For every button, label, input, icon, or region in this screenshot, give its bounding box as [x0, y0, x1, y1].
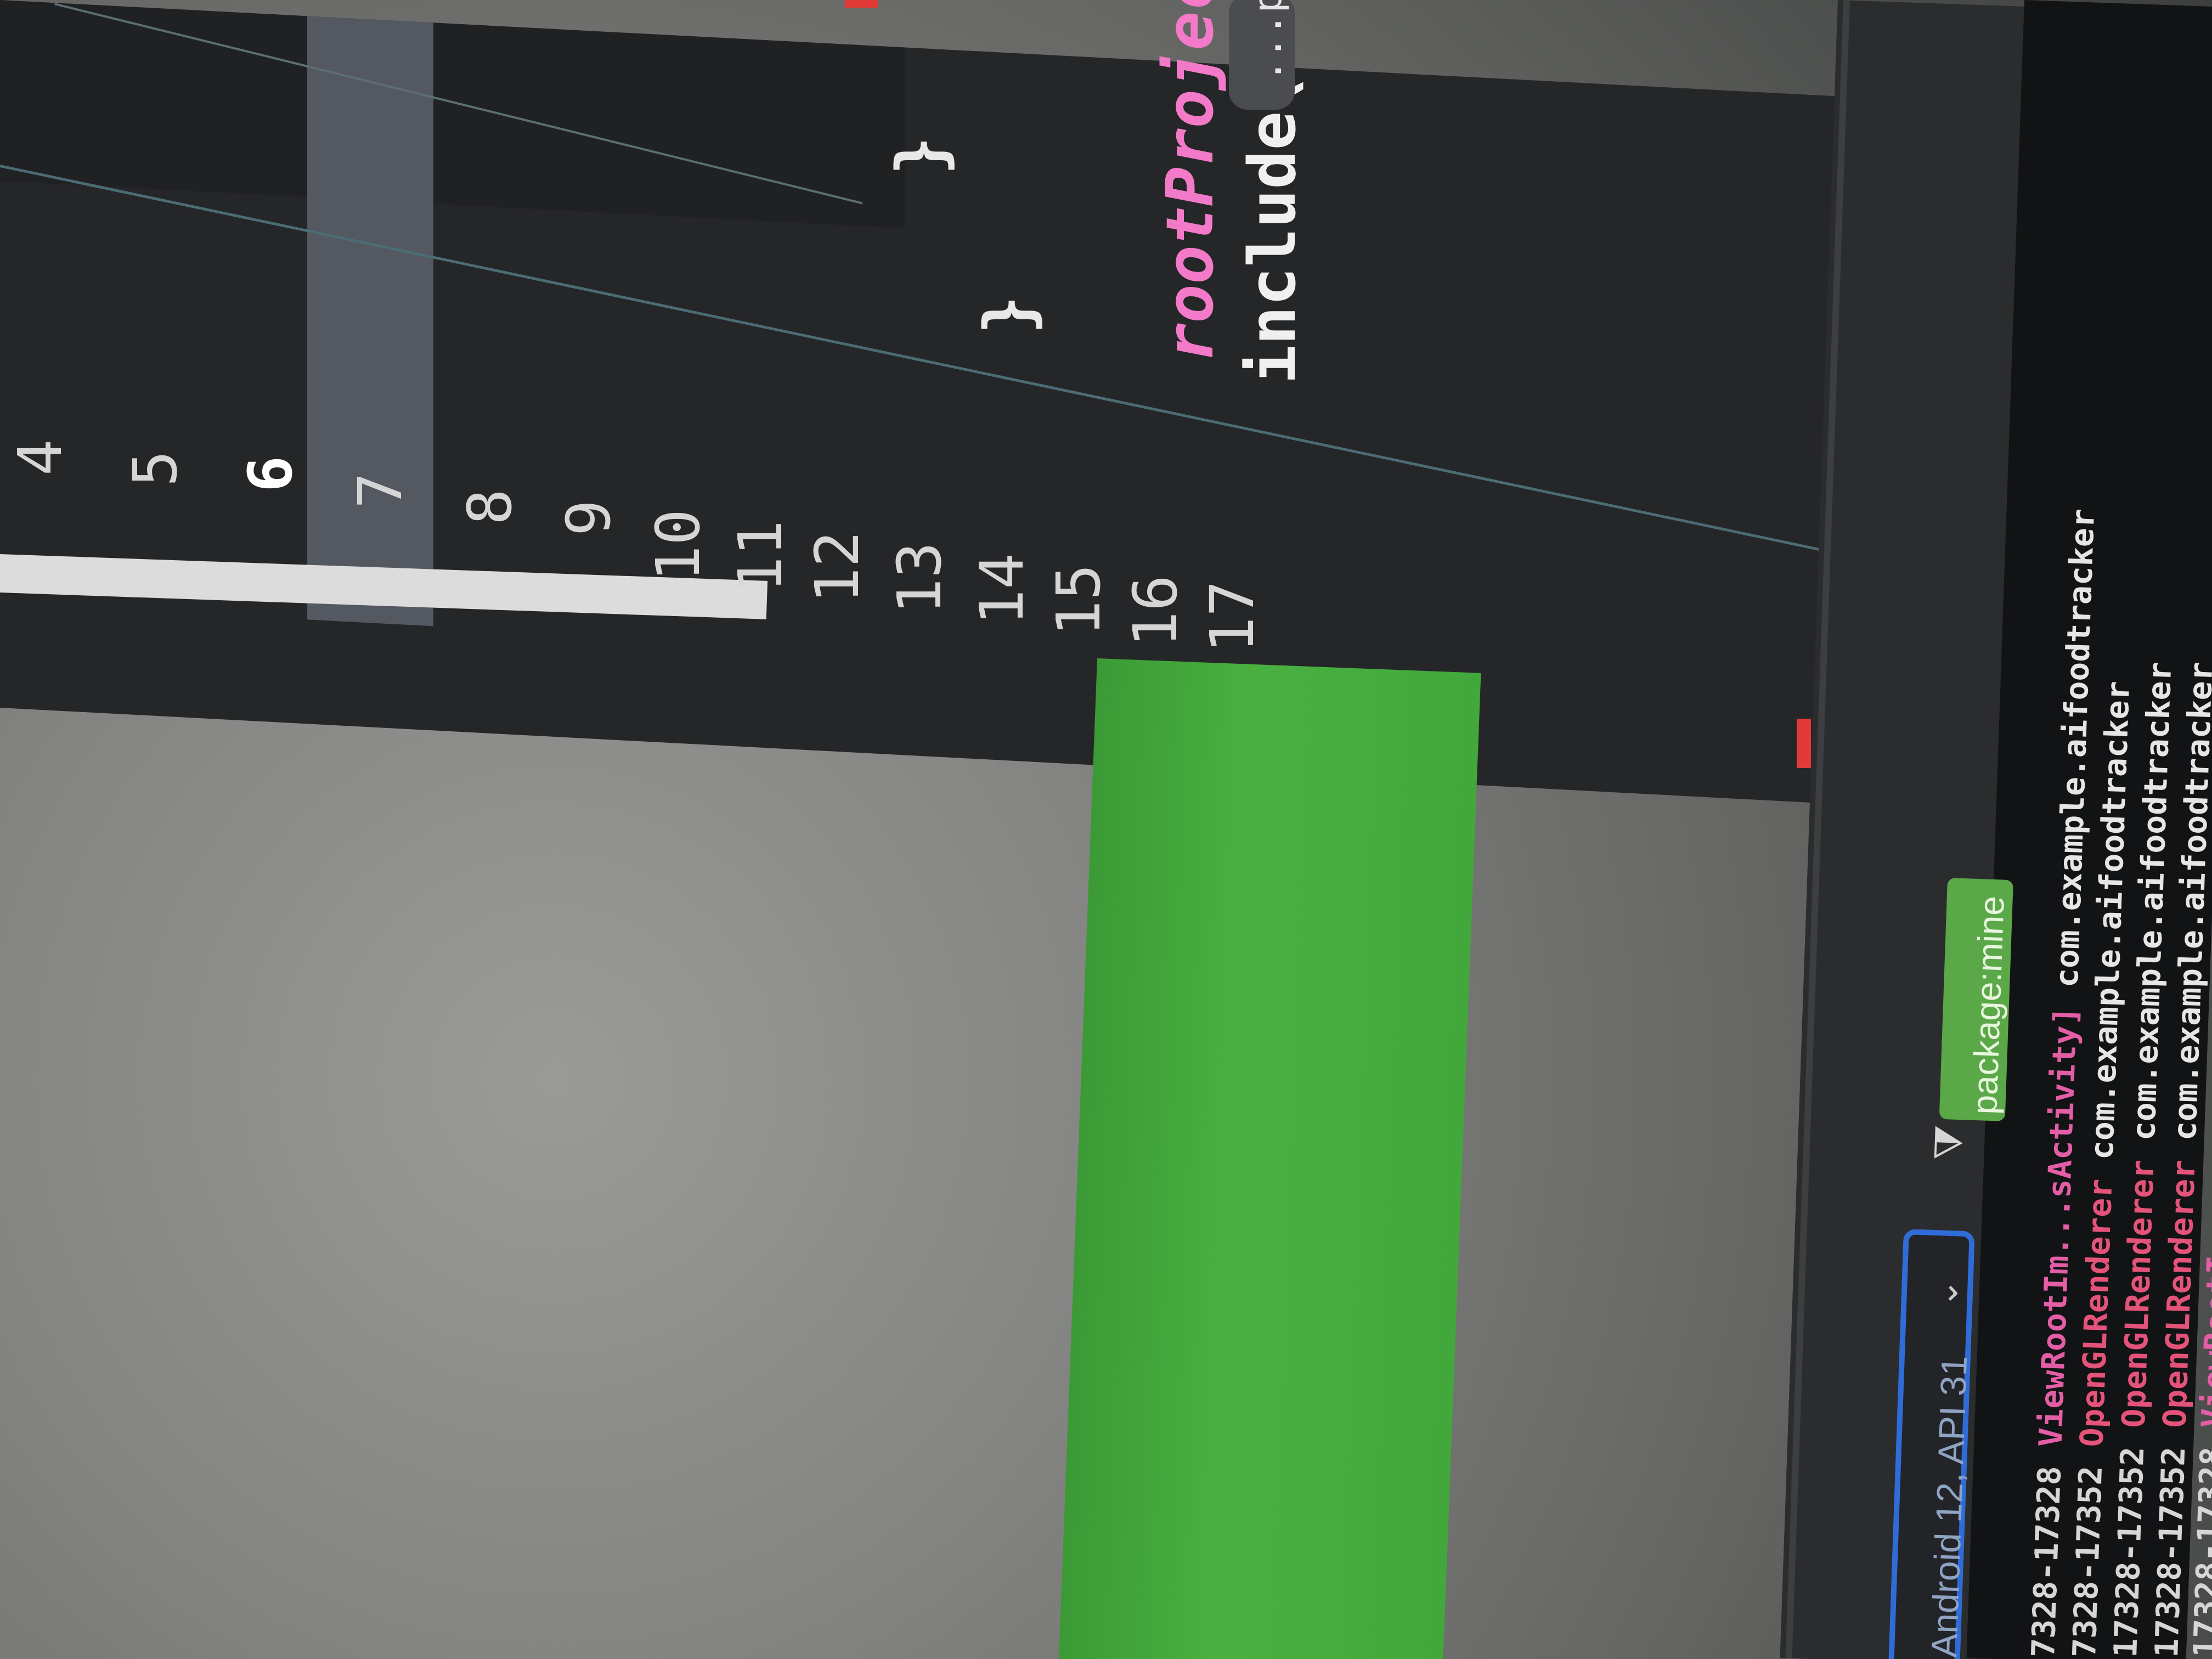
- line-number: 14: [967, 552, 1037, 626]
- filter-icon[interactable]: ⧩: [1925, 1124, 1973, 1161]
- code-root-project: rootProject.: [1152, 0, 1228, 362]
- line-number: 11: [725, 520, 796, 593]
- current-line-highlight: [307, 16, 433, 627]
- line-number: 15: [1043, 563, 1114, 637]
- line-number: 13: [884, 541, 955, 615]
- line-number: 5: [120, 450, 191, 487]
- line-number: 10: [643, 509, 714, 582]
- chevron-down-icon[interactable]: ⌄: [1925, 1278, 1967, 1308]
- photo-scene: 4 5 6 7 8 9 10 11 12 13 14 15 16 17 } } …: [0, 0, 2212, 1659]
- error-stripe-marker[interactable]: [1797, 719, 1811, 768]
- editor-separator: [0, 165, 1832, 554]
- code-closing-brace: }: [883, 136, 960, 176]
- line-number: 8: [455, 488, 526, 526]
- line-number: 9: [554, 499, 624, 537]
- code-editor[interactable]: [0, 0, 1854, 805]
- green-background-panel: [1057, 658, 1481, 1659]
- line-number: 4: [5, 439, 76, 476]
- code-closing-brace: }: [971, 295, 1047, 335]
- line-number: 17: [1197, 580, 1268, 653]
- line-number: 16: [1120, 574, 1191, 648]
- error-marker: [845, 0, 878, 8]
- code-include-call: include(: [1234, 72, 1310, 384]
- line-number-current: 6: [235, 455, 306, 493]
- filter-query-text[interactable]: package:mine: [1964, 895, 2012, 1115]
- line-number: 12: [802, 531, 873, 604]
- line-number: 7: [345, 472, 416, 509]
- code-fold-placeholder[interactable]: ...pr: [1245, 0, 1290, 82]
